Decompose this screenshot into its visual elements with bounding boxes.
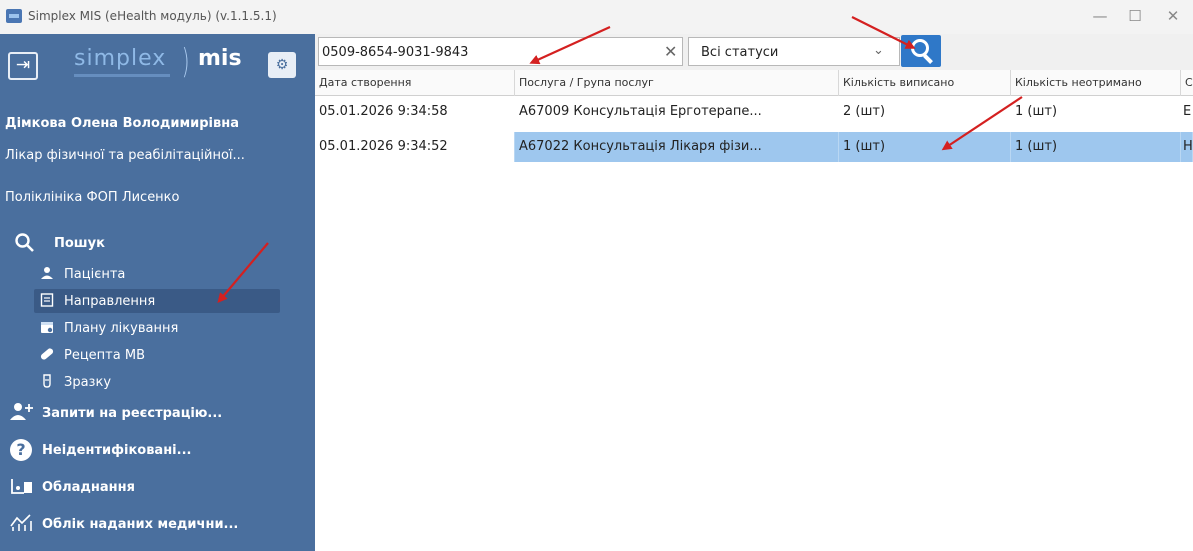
status-dropdown[interactable]: Всі статуси ⌄	[688, 37, 900, 66]
chart-icon	[10, 513, 34, 535]
cell-issued: 2 (шт)	[843, 104, 886, 119]
cell-issued: 1 (шт)	[839, 132, 1011, 162]
window-title: Simplex MIS (eHealth модуль) (v.1.1.5.1)	[28, 9, 277, 23]
question-icon: ?	[10, 439, 32, 461]
table-row[interactable]: 05.01.2026 9:34:58 А67009 Консультація Е…	[315, 97, 1193, 127]
nav-item-label: Плану лікування	[64, 321, 179, 336]
title-bar: Simplex MIS (eHealth модуль) (v.1.1.5.1)…	[0, 0, 1193, 34]
close-button[interactable]: ✕	[1158, 4, 1188, 28]
nav-item-patient[interactable]: Пацієнта	[34, 262, 280, 286]
cell-status: Е	[1183, 104, 1192, 119]
document-icon	[40, 293, 54, 307]
nav-label: Неідентифіковані...	[42, 443, 192, 458]
cell-service: А67022 Консультація Лікаря фізи...	[515, 132, 839, 162]
column-header-created[interactable]: Дата створення	[315, 70, 515, 96]
cell-created: 05.01.2026 9:34:52	[315, 132, 515, 162]
column-header-issued[interactable]: Кількість виписано	[839, 70, 1011, 96]
clinic-name: Поліклініка ФОП Лисенко	[5, 190, 180, 205]
app-window: Simplex MIS (eHealth модуль) (v.1.1.5.1)…	[0, 0, 1193, 551]
cell-service: А67009 Консультація Ерготерапе...	[519, 104, 762, 119]
nav-item-label: Пацієнта	[64, 267, 126, 282]
search-button[interactable]	[901, 35, 941, 67]
user-settings-icon[interactable]: ⚙	[268, 52, 296, 78]
cell-not-received: 1 (шт)	[1015, 104, 1058, 119]
search-icon-handle	[923, 54, 933, 64]
nav-label: Обладнання	[42, 480, 135, 495]
nav-label: Облік наданих медични...	[42, 517, 239, 532]
pill-icon	[40, 347, 54, 361]
column-header-not-received[interactable]: Кількість неотримано	[1011, 70, 1181, 96]
nav-item-label: Зразку	[64, 375, 112, 390]
search-input[interactable]	[322, 42, 642, 62]
nav-item-sample[interactable]: Зразку	[34, 370, 280, 394]
add-user-icon	[10, 402, 34, 424]
nav-item-label: Рецепта МВ	[64, 348, 145, 363]
chevron-down-icon: ⌄	[873, 43, 884, 58]
maximize-button[interactable]: ☐	[1120, 4, 1150, 28]
user-role: Лікар фізичної та реабілітаційної...	[5, 148, 245, 163]
cell-status: Н	[1181, 132, 1193, 162]
filter-toolbar: ✕ Всі статуси ⌄	[315, 34, 1193, 70]
calendar-icon	[40, 320, 54, 334]
logo-bracket: )	[181, 42, 190, 82]
referrals-table: Дата створення Послуга / Група послуг Кі…	[315, 70, 1193, 551]
search-icon	[14, 232, 36, 259]
user-icon	[40, 266, 54, 280]
column-header-service[interactable]: Послуга / Група послуг	[515, 70, 839, 96]
table-header: Дата створення Послуга / Група послуг Кі…	[315, 70, 1193, 96]
logo-text-mis: mis	[198, 46, 242, 71]
sidebar: ⇥ simplex ) mis ⚙ Дімкова Олена Володими…	[0, 34, 315, 551]
status-dropdown-value: Всі статуси	[701, 45, 779, 60]
nav-item-prescription[interactable]: Рецепта МВ	[34, 343, 280, 367]
cell-not-received: 1 (шт)	[1011, 132, 1181, 162]
nav-label: Запити на реєстрацію...	[42, 406, 223, 421]
clear-icon[interactable]: ✕	[664, 42, 677, 61]
column-header-status[interactable]: С	[1181, 70, 1193, 96]
minimize-button[interactable]: —	[1085, 4, 1115, 28]
logo-text-simplex: simplex	[74, 46, 167, 71]
nav-item-label: Направлення	[64, 294, 156, 309]
app-icon	[6, 9, 22, 23]
declaration-number-field[interactable]: ✕	[318, 37, 683, 66]
cell-created: 05.01.2026 9:34:58	[319, 104, 448, 119]
nav-item-treatment-plan[interactable]: Плану лікування	[34, 316, 280, 340]
user-name: Дімкова Олена Володимирівна	[5, 116, 239, 131]
logout-icon[interactable]: ⇥	[8, 52, 38, 80]
nav-search-label: Пошук	[54, 236, 105, 251]
logo-tagline	[74, 74, 170, 77]
tube-icon	[40, 374, 54, 388]
table-row-selected[interactable]: 05.01.2026 9:34:52 А67022 Консультація Л…	[315, 132, 1193, 162]
nav-item-referral[interactable]: Направлення	[34, 289, 280, 313]
equipment-icon	[10, 476, 34, 498]
